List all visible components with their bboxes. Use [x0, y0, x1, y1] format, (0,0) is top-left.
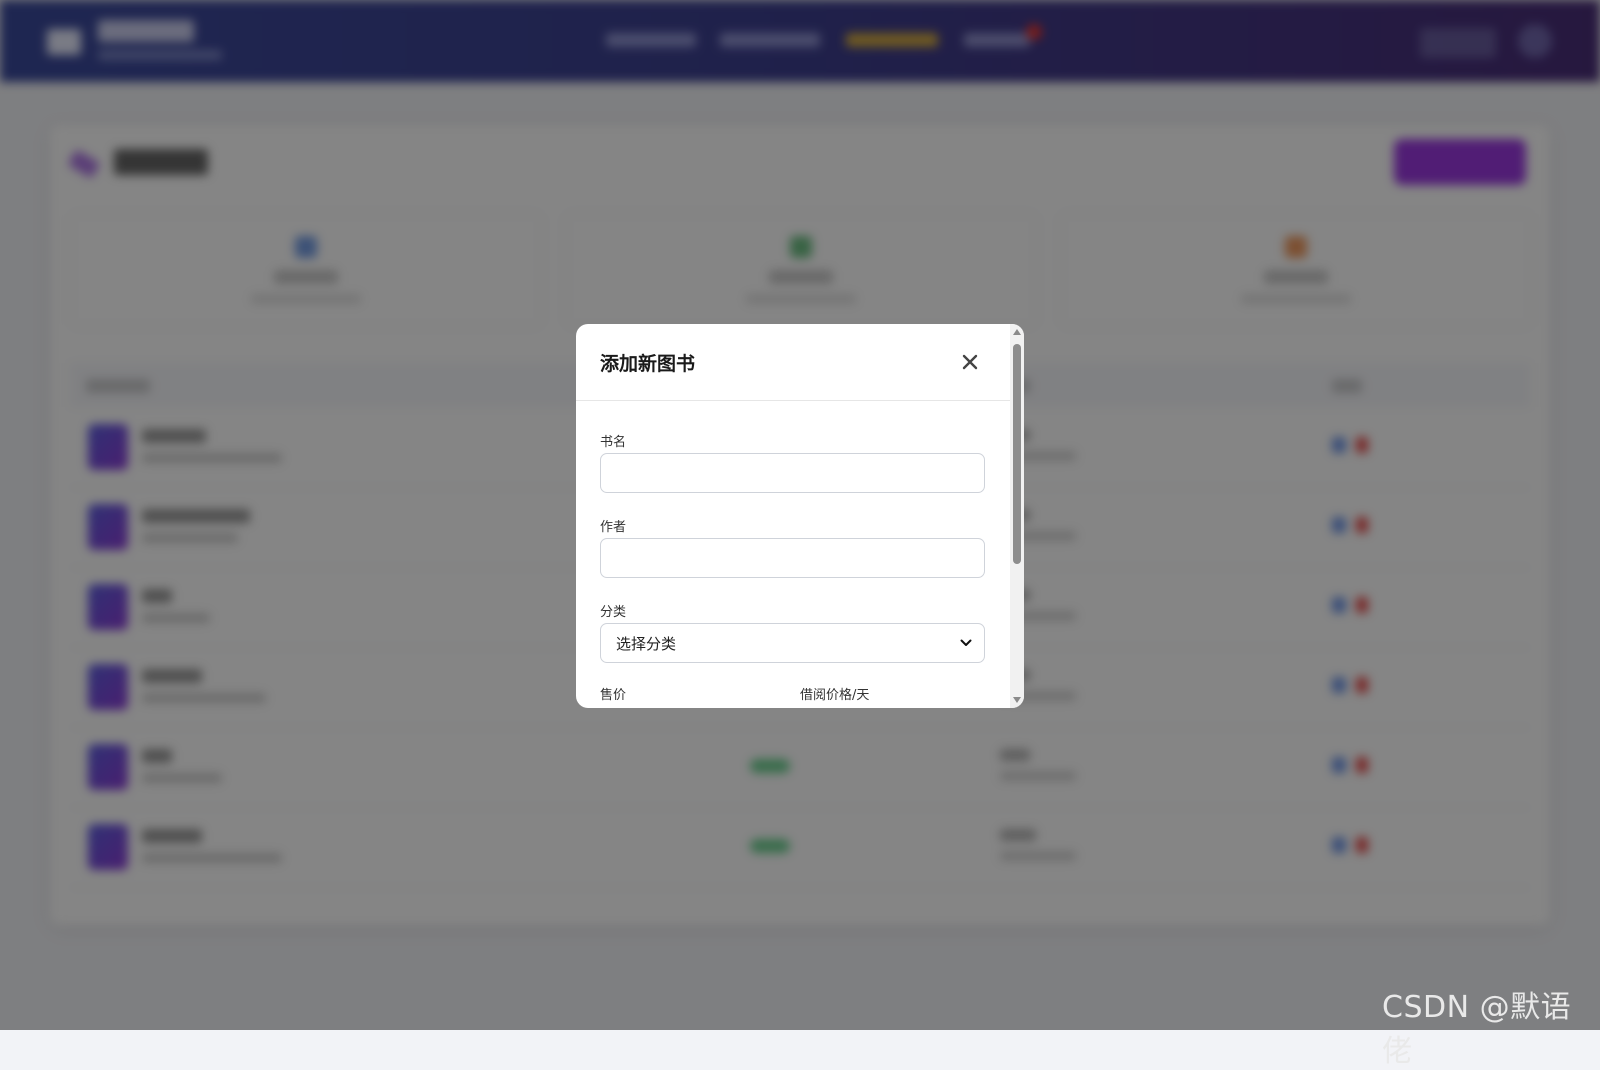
rent-price-label: 借阅价格/天	[800, 688, 870, 703]
scrollbar-thumb[interactable]	[1013, 344, 1021, 564]
category-selected-value: 选择分类	[616, 634, 677, 653]
scroll-down-arrow-icon[interactable]	[1013, 697, 1021, 703]
modal-title: 添加新图书	[600, 353, 696, 375]
modal-header: 添加新图书	[576, 324, 1010, 401]
chevron-down-icon	[960, 639, 972, 646]
watermark: CSDN @默语佬	[1382, 990, 1572, 1069]
add-book-modal: 添加新图书 书名 作者 分类 选择分类 售价 借阅价格/天	[576, 324, 1024, 708]
author-input[interactable]	[600, 538, 985, 578]
author-label: 作者	[600, 520, 627, 535]
modal-scrollbar[interactable]	[1010, 324, 1024, 708]
close-icon	[962, 354, 978, 370]
close-button[interactable]	[956, 348, 984, 376]
modal-body: 书名 作者 分类 选择分类 售价 借阅价格/天	[576, 401, 1010, 708]
scroll-up-arrow-icon[interactable]	[1013, 329, 1021, 335]
category-label: 分类	[600, 605, 627, 620]
book-name-label: 书名	[600, 435, 627, 450]
category-select[interactable]: 选择分类	[600, 623, 985, 663]
book-name-input[interactable]	[600, 453, 985, 493]
sale-price-label: 售价	[600, 688, 627, 703]
